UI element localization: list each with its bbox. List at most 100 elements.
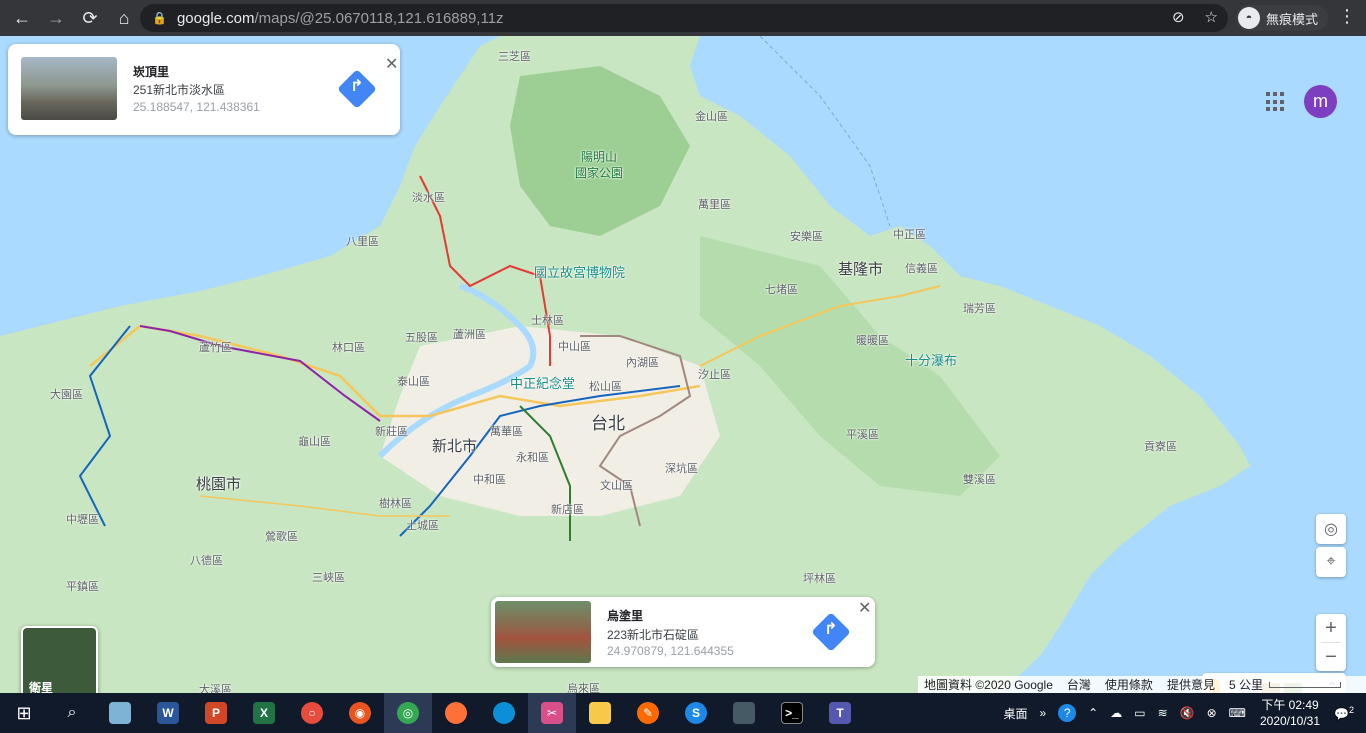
forward-icon[interactable]: →: [40, 2, 72, 34]
map-label: 內湖區: [626, 357, 659, 369]
reload-icon[interactable]: ⟳: [74, 2, 106, 34]
map-label: 中正區: [893, 229, 926, 241]
snipping-tool-icon[interactable]: ✂: [528, 693, 576, 733]
incognito-label: 無痕模式: [1266, 11, 1319, 27]
map-label: 信義區: [905, 263, 938, 275]
terms-link[interactable]: 使用條款: [1105, 676, 1153, 693]
help-icon[interactable]: ?: [1058, 704, 1077, 722]
menu-icon[interactable]: ⋮: [1338, 6, 1356, 27]
map-label: 五股區: [405, 332, 438, 344]
poi-label[interactable]: 中正紀念堂: [510, 373, 575, 392]
place-title: 崁頂里: [133, 65, 170, 79]
office-icon[interactable]: ○: [288, 693, 336, 733]
incognito-icon: ◓: [1238, 7, 1260, 29]
start-button[interactable]: ⊞: [0, 693, 48, 733]
apps-grid-icon[interactable]: [1266, 92, 1286, 112]
notification-icon[interactable]: 💬2: [1334, 705, 1354, 721]
map-label: 金山區: [695, 111, 728, 123]
keyboard-icon[interactable]: ⌨: [1229, 706, 1246, 720]
poi-label[interactable]: 國立故宮博物院: [534, 262, 625, 281]
place-address: 251新北市淡水區: [133, 83, 226, 97]
poi-label[interactable]: 十分瀑布: [905, 350, 957, 369]
feedback-link[interactable]: 提供意見: [1167, 676, 1215, 693]
map-label: 萬華區: [490, 426, 523, 438]
tracking-off-icon[interactable]: ⊘: [1172, 8, 1185, 26]
map-label: 士林區: [531, 315, 564, 327]
map-label: 瑞芳區: [963, 303, 996, 315]
map-label: 暖暖區: [856, 335, 889, 347]
word-icon[interactable]: W: [144, 693, 192, 733]
home-icon[interactable]: ⌂: [108, 2, 140, 34]
close-icon[interactable]: ✕: [385, 54, 398, 74]
bookmark-star-icon[interactable]: ☆: [1205, 8, 1218, 26]
map-label: 三峽區: [312, 572, 345, 584]
ubuntu-icon[interactable]: ◉: [336, 693, 384, 733]
region-link[interactable]: 台灣: [1067, 676, 1091, 693]
map-label: 蘆竹區: [199, 342, 232, 354]
overflow-icon[interactable]: »: [1039, 706, 1046, 720]
map-label: 蘆洲區: [453, 329, 486, 341]
url-text: google.com/maps/@25.0670118,121.616889,1…: [176, 9, 504, 27]
app-icon[interactable]: [96, 693, 144, 733]
map-label: 淡水區: [412, 192, 445, 204]
lock-icon: 🔒: [152, 11, 167, 25]
back-icon[interactable]: ←: [6, 2, 38, 34]
cloud-icon[interactable]: ☁: [1110, 706, 1122, 720]
map-label: 泰山區: [397, 376, 430, 388]
clock[interactable]: 下午 02:49 2020/10/31: [1260, 697, 1320, 729]
map-label: 平溪區: [846, 429, 879, 441]
place-card-bottom[interactable]: 烏塗里 223新北市石碇區 24.970879, 121.644355 ↱ ✕: [491, 597, 875, 667]
window-app-icon[interactable]: [720, 693, 768, 733]
zoom-control: + −: [1316, 614, 1346, 671]
map-label: 永和區: [516, 452, 549, 464]
excel-icon[interactable]: X: [240, 693, 288, 733]
avatar[interactable]: m: [1304, 85, 1337, 118]
map-canvas[interactable]: 三芝區 金山區 陽明山 國家公園 淡水區 萬里區 八里區 安樂區 中正區 基隆市…: [0, 36, 1366, 693]
place-coords: 24.970879, 121.644355: [607, 644, 734, 658]
file-explorer-icon[interactable]: [576, 693, 624, 733]
map-label: 八德區: [190, 555, 223, 567]
map-label: 林口區: [332, 342, 365, 354]
desktop-label[interactable]: 桌面: [1003, 705, 1027, 722]
terminal-icon[interactable]: >_: [768, 693, 816, 733]
map-label: 樹林區: [379, 498, 412, 510]
close-circle-icon[interactable]: ⊗: [1207, 706, 1217, 720]
edge-icon[interactable]: [480, 693, 528, 733]
globe-icon[interactable]: ◎: [1316, 514, 1346, 544]
battery-icon[interactable]: ▭: [1134, 706, 1145, 720]
volume-mute-icon[interactable]: 🔇: [1180, 706, 1195, 720]
firefox-icon[interactable]: [432, 693, 480, 733]
search-icon[interactable]: ⌕: [48, 693, 96, 733]
place-photo[interactable]: [21, 57, 117, 120]
close-icon[interactable]: ✕: [858, 598, 871, 618]
zoom-out-button[interactable]: −: [1316, 643, 1346, 671]
address-bar[interactable]: 🔒 google.com/maps/@25.0670118,121.616889…: [140, 4, 1228, 32]
satellite-toggle[interactable]: 衛星: [21, 626, 98, 693]
chevron-up-icon[interactable]: ⌃: [1088, 706, 1098, 720]
wifi-icon[interactable]: ≋: [1158, 706, 1168, 720]
incognito-indicator[interactable]: ◓ 無痕模式: [1236, 5, 1329, 31]
map-label: 文山區: [600, 480, 633, 492]
map-label: 烏來區: [567, 683, 600, 693]
map-label: 松山區: [589, 381, 622, 393]
remote-app-icon[interactable]: S: [672, 693, 720, 733]
directions-icon[interactable]: ↱: [811, 612, 851, 652]
map-label: 國家公園: [575, 166, 624, 180]
my-location-icon[interactable]: ⌖: [1316, 547, 1346, 577]
map-label: 新店區: [551, 504, 584, 516]
map-label: 龜山區: [298, 436, 331, 448]
scale-bar[interactable]: 5 公里: [1229, 676, 1341, 693]
map-label: 大園區: [50, 389, 83, 401]
directions-icon[interactable]: ↱: [337, 69, 377, 109]
place-address: 223新北市石碇區: [607, 628, 700, 642]
map-label: 桃園市: [196, 476, 242, 493]
chrome-icon[interactable]: ◎: [384, 693, 432, 733]
pen-app-icon[interactable]: ✎: [624, 693, 672, 733]
zoom-in-button[interactable]: +: [1316, 614, 1346, 642]
map-label: 雙溪區: [963, 474, 996, 486]
teams-icon[interactable]: T: [816, 693, 864, 733]
powerpoint-icon[interactable]: P: [192, 693, 240, 733]
map-label: 坪林區: [803, 573, 836, 585]
place-photo[interactable]: [495, 601, 591, 663]
place-card-top[interactable]: 崁頂里 251新北市淡水區 25.188547, 121.438361 ↱ ✕: [8, 44, 400, 135]
